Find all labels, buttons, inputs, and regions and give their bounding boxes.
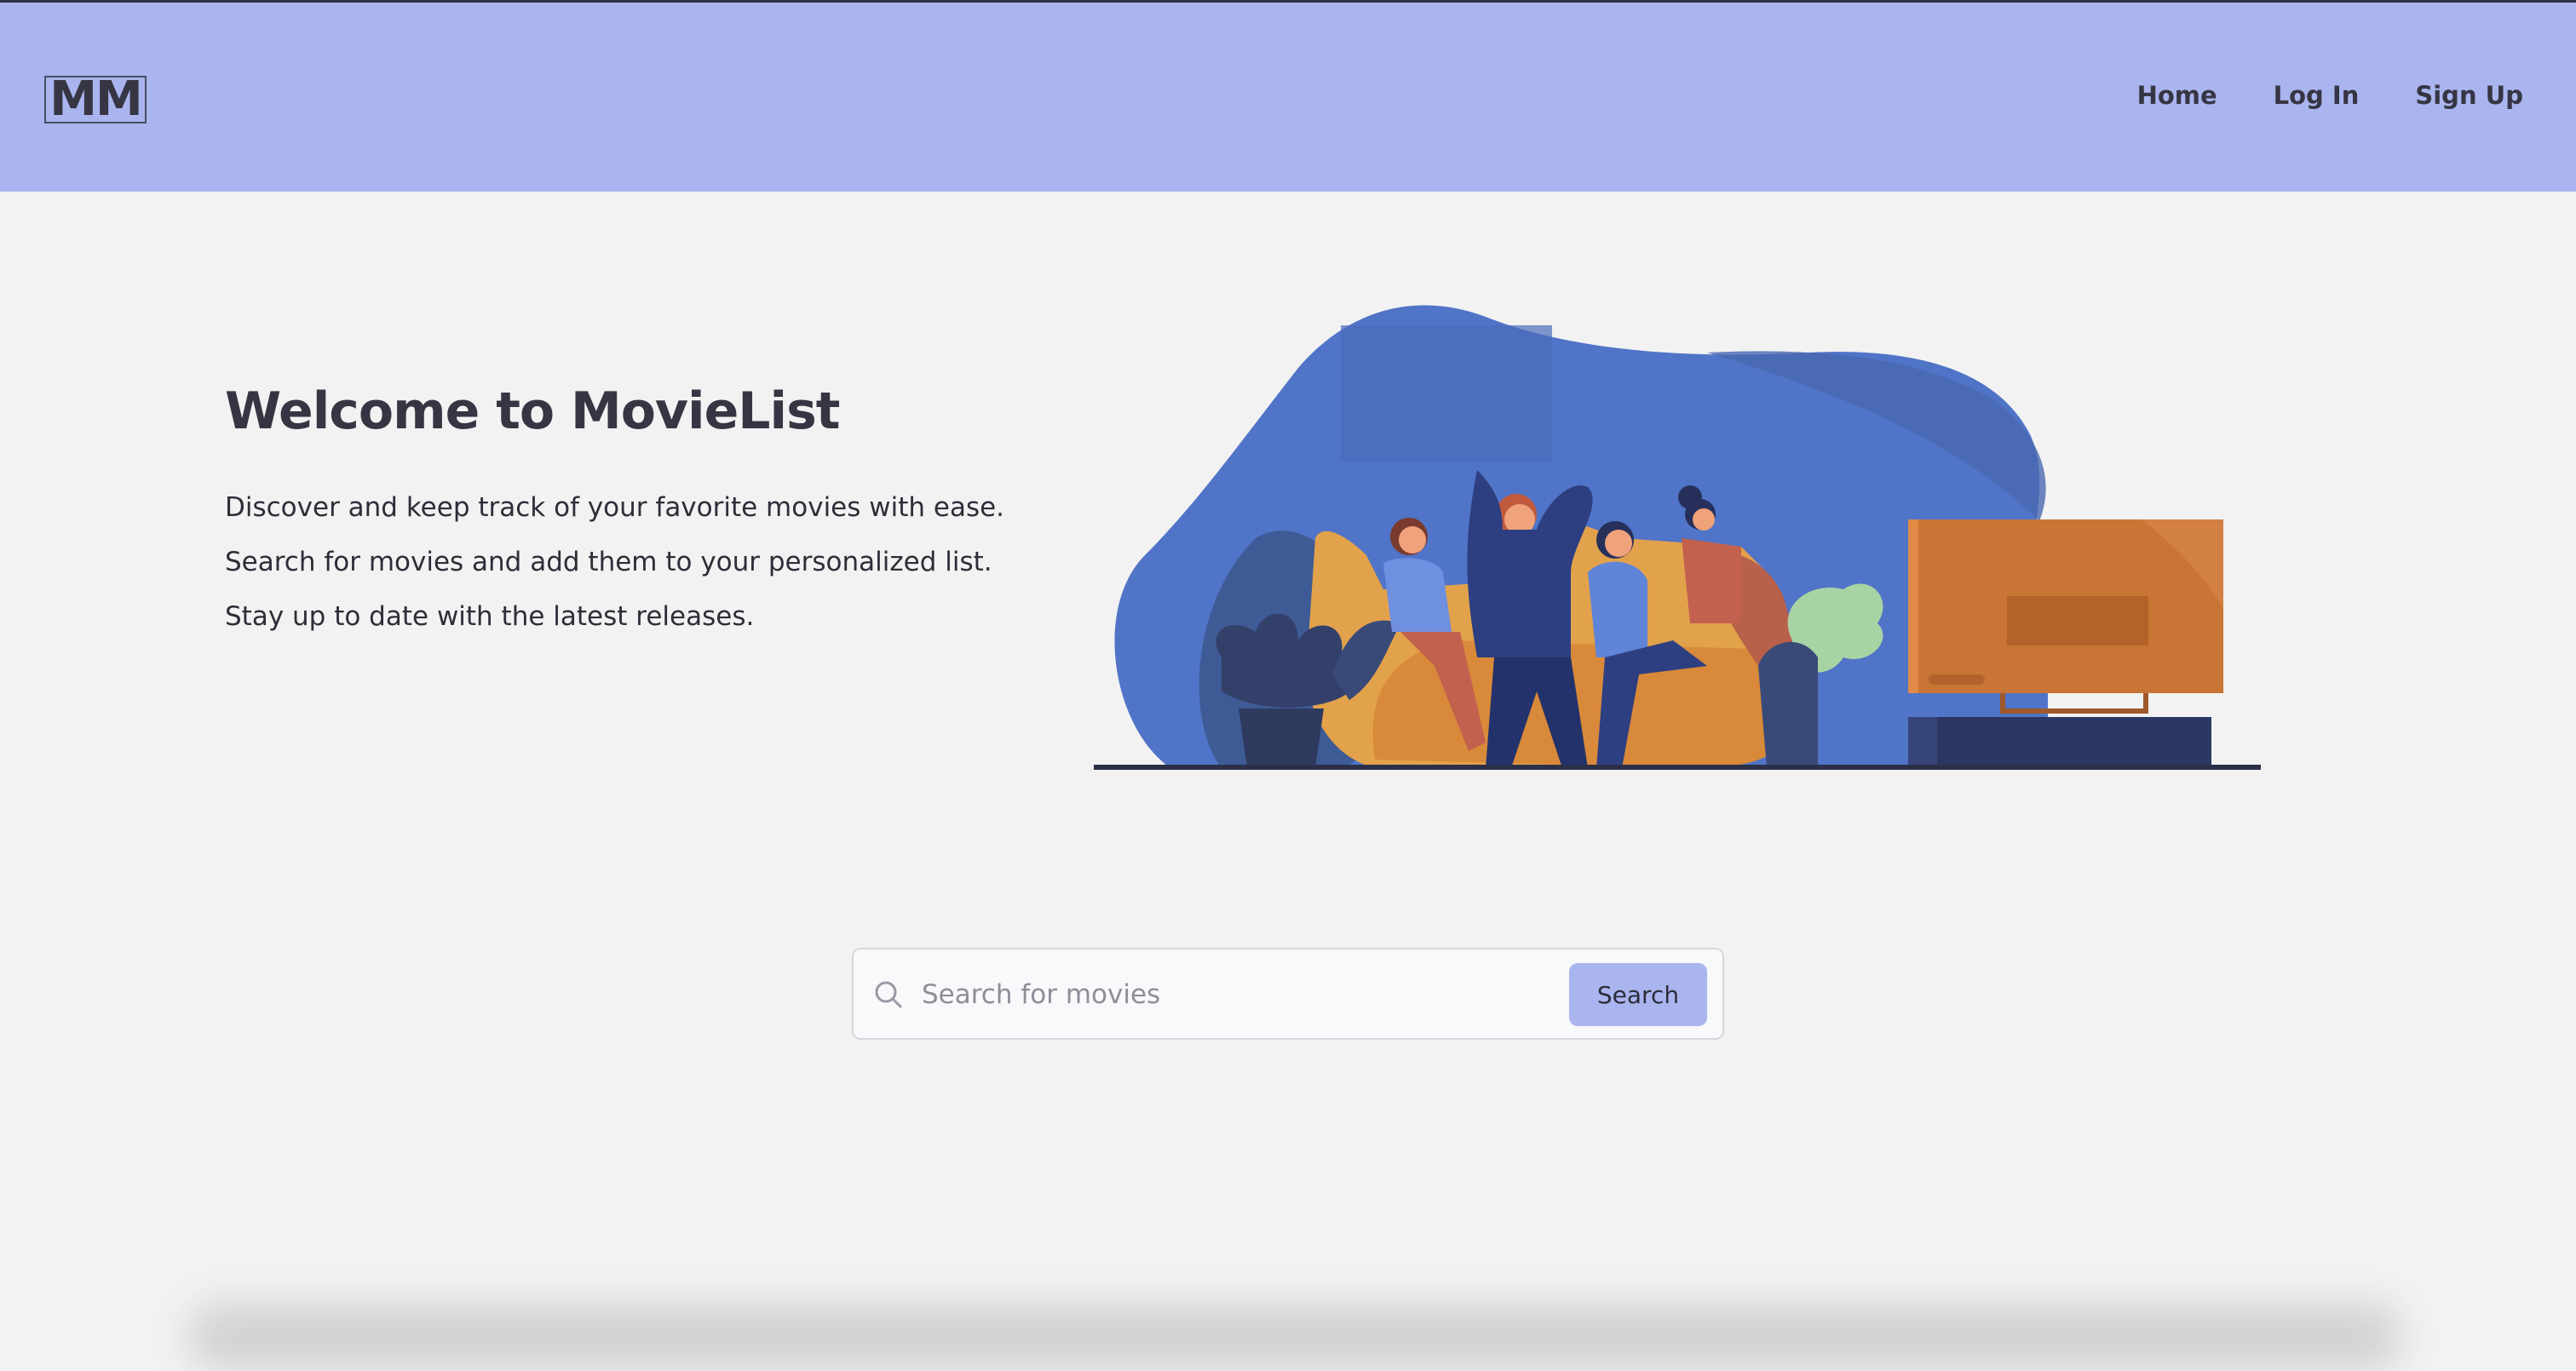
hero-line-releases: Stay up to date with the latest releases… [225, 601, 755, 632]
hero-line-search: Search for movies and add them to your p… [225, 547, 992, 577]
site-logo[interactable]: MM [44, 76, 147, 123]
footer-shadow [187, 1303, 2402, 1371]
hero-line-discover: Discover and keep track of your favorite… [225, 492, 1005, 523]
nav-login-link[interactable]: Log In [2274, 81, 2360, 110]
search-box: Search [852, 948, 1724, 1040]
search-input[interactable] [922, 968, 1552, 1021]
search-icon [875, 981, 902, 1008]
people-watching-tv-illustration [1094, 305, 2261, 770]
nav-links: Home Log In Sign Up [2137, 81, 2523, 110]
page-title: Welcome to MovieList [225, 381, 840, 441]
hero-text: Welcome to MovieList Discover and keep t… [225, 381, 1060, 644]
nav-signup-link[interactable]: Sign Up [2415, 81, 2523, 110]
search-button[interactable]: Search [1569, 963, 1707, 1026]
nav-home-link[interactable]: Home [2137, 81, 2217, 110]
navbar: MM Home Log In Sign Up [0, 3, 2576, 192]
